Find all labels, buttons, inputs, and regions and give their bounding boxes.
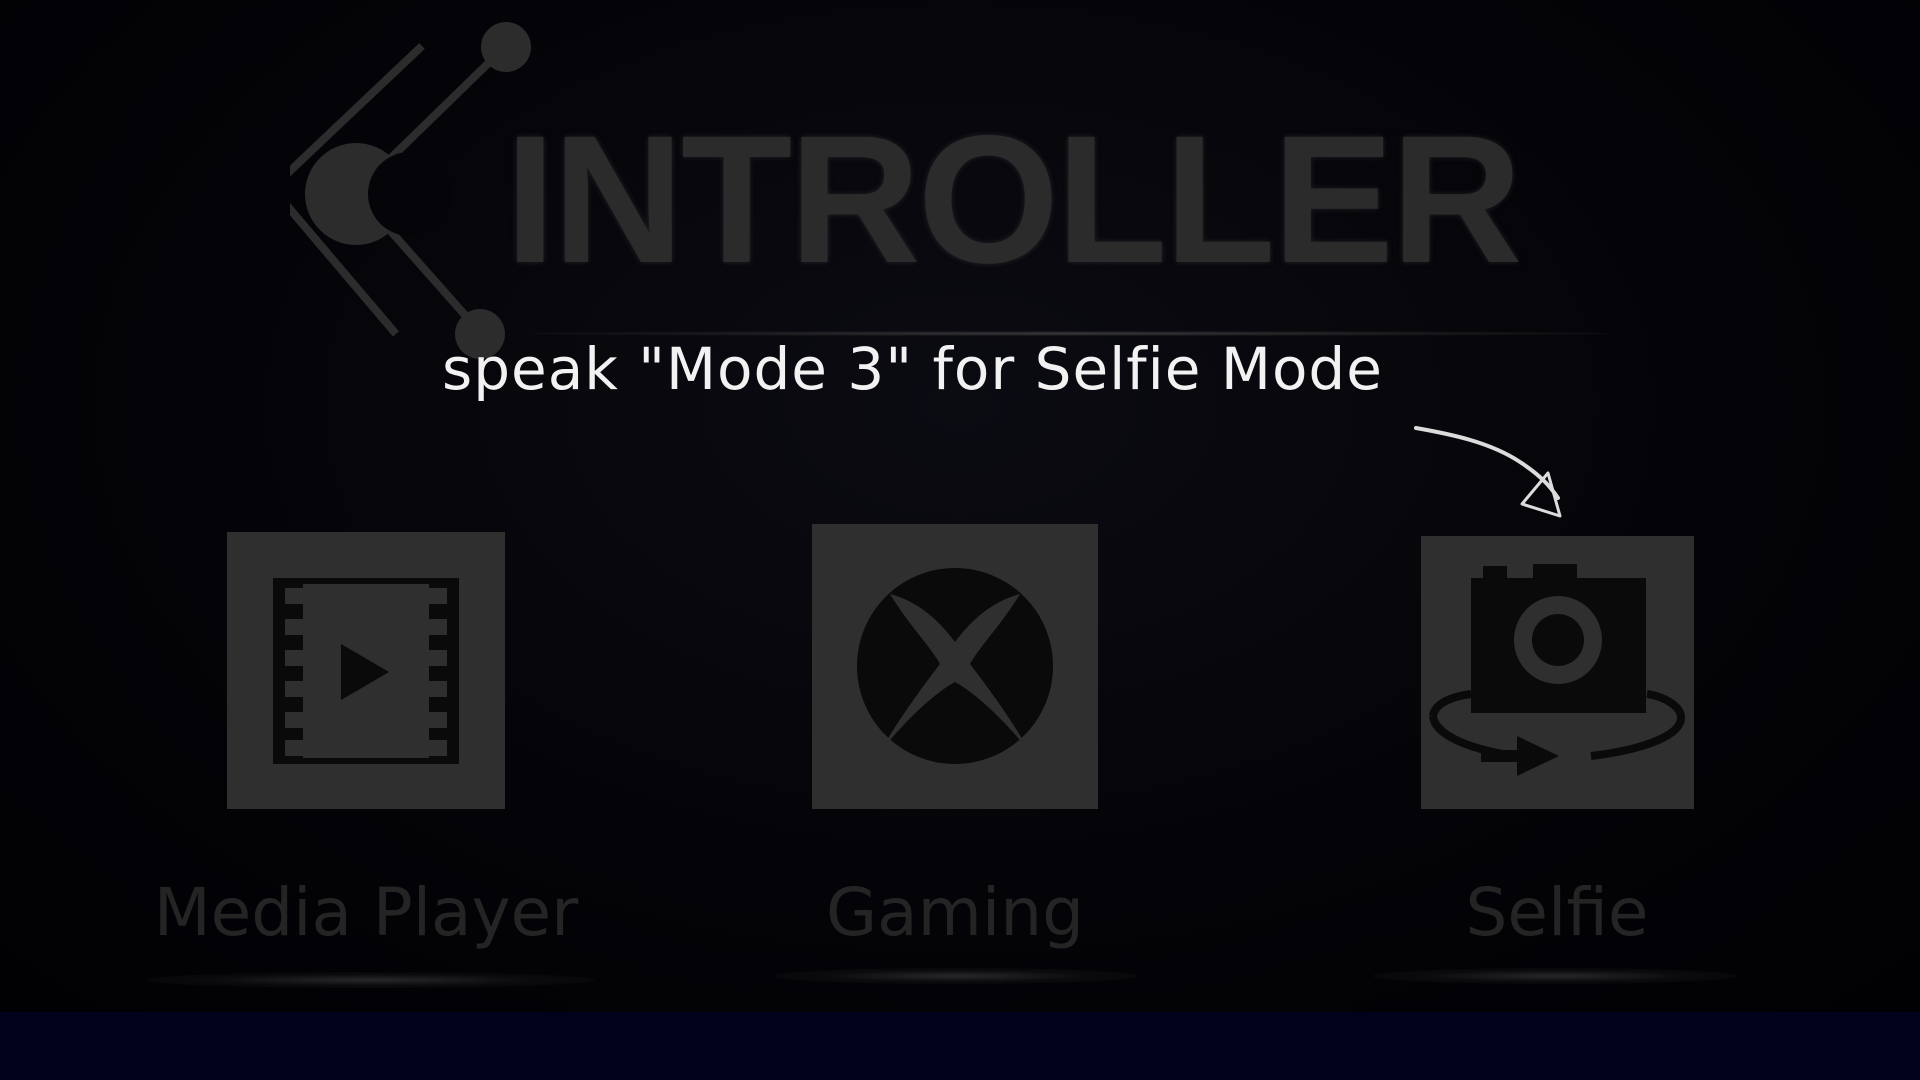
bottom-bar xyxy=(0,1012,1920,1080)
mode-tile-media-player[interactable] xyxy=(227,532,505,809)
label-shadow xyxy=(773,968,1137,984)
mode-label-media-player[interactable]: Media Player xyxy=(140,880,592,946)
film-play-icon xyxy=(273,578,459,764)
mode-label-selfie[interactable]: Selfie xyxy=(1357,880,1757,946)
main-screen: INTROLLER speak "Mode 3" for Selfie Mode xyxy=(0,0,1920,1012)
xbox-icon xyxy=(857,568,1053,764)
hint-arrow-icon xyxy=(1414,426,1562,518)
voice-command-hint: speak "Mode 3" for Selfie Mode xyxy=(442,335,1383,403)
label-shadow xyxy=(1372,968,1738,984)
mode-label-gaming[interactable]: Gaming xyxy=(755,880,1155,946)
label-shadow xyxy=(145,972,595,988)
camera-rotate-icon xyxy=(1429,564,1685,776)
mode-tile-gaming[interactable] xyxy=(812,524,1098,809)
logo-wordmark: INTROLLER xyxy=(505,97,1522,301)
mode-tile-selfie[interactable] xyxy=(1421,536,1694,809)
